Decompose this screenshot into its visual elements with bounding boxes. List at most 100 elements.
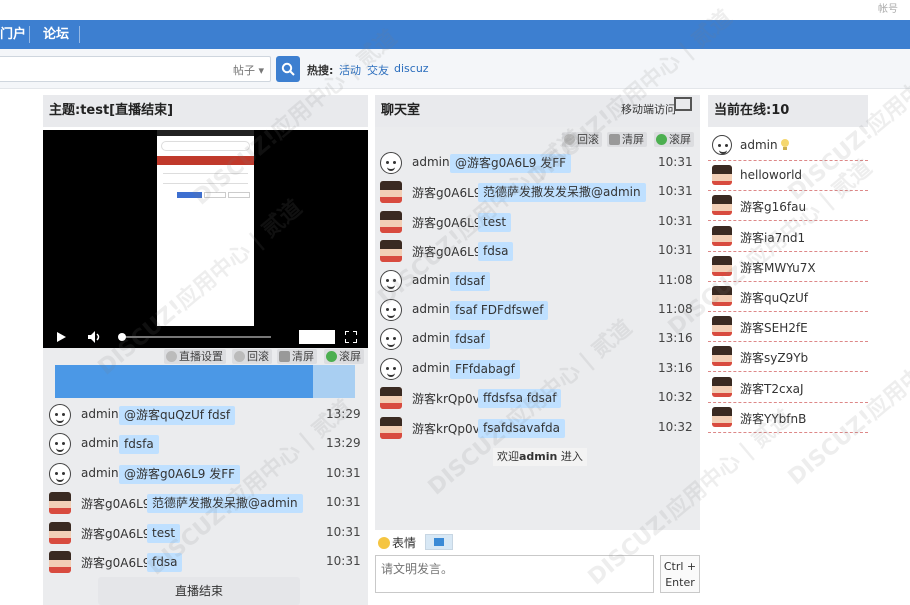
user-avatar[interactable] [380,416,402,439]
account-link[interactable]: 帐号 [878,0,898,15]
message-username[interactable]: admin [81,407,119,421]
chat-message-input[interactable] [375,555,654,593]
rollback-button[interactable]: 回滚 [232,349,272,364]
user-avatar[interactable] [380,357,402,380]
mobile-access-link[interactable]: 移动端访问 [621,101,676,117]
video-controls [43,326,368,348]
hot-link-activity[interactable]: 活动 [339,62,361,78]
online-user-item[interactable]: 游客SEH2fE [708,312,868,343]
chat-clear-button[interactable]: 清屏 [607,132,647,147]
message-username[interactable]: 游客g0A6L9 [412,214,481,231]
chat-scroll-button[interactable]: 滚屏 [654,132,694,147]
message-username[interactable]: 游客g0A6L9 [81,554,150,571]
message-row: admin fdsaf 13:16 [380,328,700,351]
chat-rollback-button[interactable]: 回滚 [562,132,602,147]
message-text: @游客g0A6L9 发FF [119,464,241,484]
online-user-item[interactable]: 游客YYbfnB [708,403,868,433]
live-ended-button[interactable]: 直播结束 [98,577,300,605]
send-button[interactable]: Ctrl + Enter [660,555,700,593]
search-type-select[interactable]: 帖子 ▾ [233,62,264,78]
message-time: 11:08 [658,272,693,287]
message-row: admin FFfdabagf 13:16 [380,357,700,380]
clear-screen-button[interactable]: 清屏 [277,349,317,364]
message-username[interactable]: admin [81,436,119,450]
message-row: 游客g0A6L9 fdsa 10:31 [49,551,369,573]
online-username: 游客syZ9Yb [740,351,809,366]
user-avatar[interactable] [49,404,71,426]
message-time: 13:16 [658,331,693,346]
message-text: FFfdabagf [450,359,520,379]
user-avatar [712,286,732,306]
online-user-item[interactable]: 游客T2cxaJ [708,373,868,403]
user-avatar[interactable] [49,551,71,573]
message-username[interactable]: admin [412,302,450,316]
online-user-item[interactable]: 游客MWYu7X [708,252,868,282]
online-username: 游客YYbfnB [740,411,807,426]
search-input[interactable]: 帖子 ▾ [0,56,271,82]
check-icon [656,134,667,145]
user-avatar[interactable] [380,240,402,263]
user-avatar[interactable] [380,328,402,351]
nav-item-forum[interactable]: 论坛 [31,20,81,49]
live-settings-button[interactable]: 直播设置 [164,349,226,364]
user-avatar[interactable] [49,462,71,485]
message-row: 游客g0A6L9 范德萨发撒发发呆撒@admin 10:31 [380,181,700,204]
emoji-button[interactable]: 表情 [378,534,416,551]
message-username[interactable]: admin [412,331,450,345]
play-icon[interactable] [57,332,66,342]
message-row: 游客g0A6L9 范德萨发撒发呆撒@admin 10:31 [49,492,369,515]
user-avatar[interactable] [380,181,402,204]
online-user-item[interactable]: 游客g16fau [708,191,868,222]
message-username[interactable]: 游客g0A6L9 [412,184,481,201]
message-row: 游客g0A6L9 fdsa 10:31 [380,240,700,263]
volume-icon[interactable] [88,331,102,343]
message-username[interactable]: 游客g0A6L9 [81,525,150,542]
search-icon [281,62,295,76]
image-upload-button[interactable] [425,534,453,550]
message-username[interactable]: 游客krQp0v [412,420,480,437]
video-frame [157,130,254,326]
live-banner [55,365,355,398]
scroll-screen-button[interactable]: 滚屏 [324,349,364,364]
message-time: 10:31 [326,554,361,568]
online-username: 游客quQzUf [740,291,808,305]
user-avatar [712,316,732,337]
message-username[interactable]: admin [412,155,450,169]
fullscreen-icon[interactable] [345,331,357,343]
online-user-item[interactable]: 游客quQzUf [708,282,868,312]
video-progress-handle[interactable] [118,333,126,341]
online-user-item[interactable]: admin [708,131,868,161]
online-user-item[interactable]: 游客ia7nd1 [708,222,868,252]
user-avatar[interactable] [380,152,402,174]
user-avatar[interactable] [49,433,71,456]
online-user-item[interactable]: 游客syZ9Yb [708,342,868,373]
online-username: 游客T2cxaJ [740,381,804,396]
video-player[interactable] [43,130,368,348]
message-text: fdsfa [119,435,159,455]
user-avatar[interactable] [49,521,71,544]
video-progress-bar[interactable] [121,336,271,338]
message-username[interactable]: 游客g0A6L9 [81,495,150,512]
user-avatar[interactable] [380,387,402,410]
user-avatar[interactable] [380,269,402,292]
online-username: 游客ia7nd1 [740,230,806,245]
message-username[interactable]: 游客g0A6L9 [412,243,481,260]
qrcode-icon[interactable] [674,97,692,111]
trash-icon [279,351,290,362]
hot-link-discuz[interactable]: discuz [394,62,429,75]
main-nav: 门户 论坛 [0,20,910,49]
message-text: fdsaf [450,330,490,350]
hot-link-friends[interactable]: 交友 [367,62,389,78]
online-user-item[interactable]: helloworld [708,161,868,192]
user-avatar[interactable] [49,492,71,515]
user-avatar [712,255,732,276]
user-avatar [712,346,732,367]
message-username[interactable]: admin [412,361,450,375]
message-username[interactable]: admin [81,466,119,480]
live-topic-title: 主题:test[直播结束] [43,95,368,127]
search-button[interactable] [276,56,300,82]
message-username[interactable]: 游客krQp0v [412,390,480,407]
user-avatar[interactable] [380,299,402,321]
user-avatar[interactable] [380,210,402,233]
message-username[interactable]: admin [412,273,450,287]
